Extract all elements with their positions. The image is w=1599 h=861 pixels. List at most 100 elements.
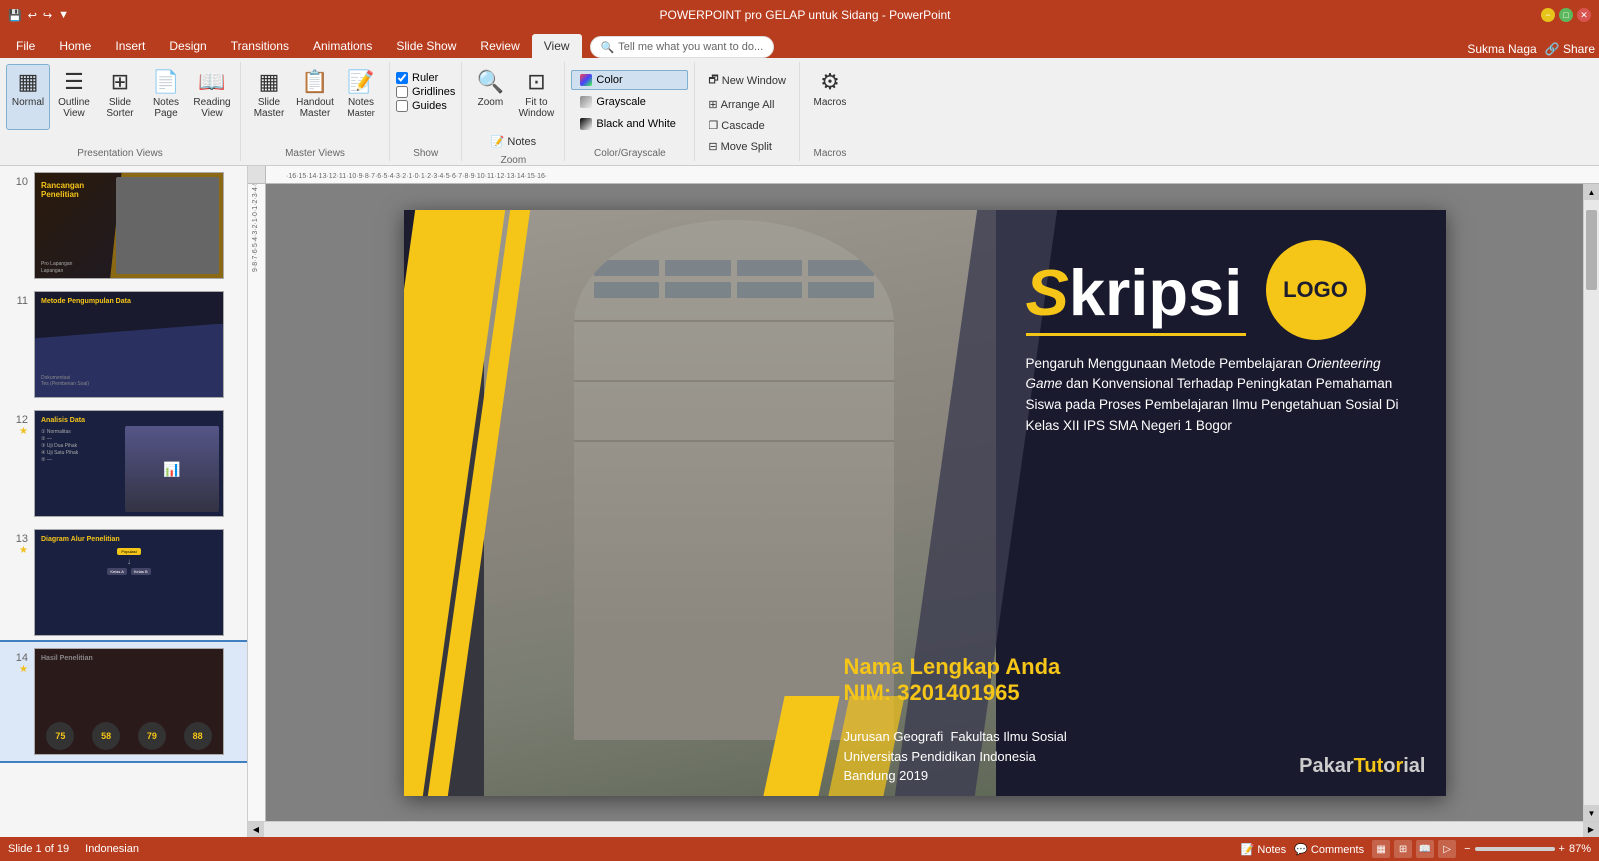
slide-master-icon: ▦: [259, 69, 280, 95]
zoom-group: 🔍 Zoom ⊡ Fit toWindow 📝 Notes Zoom: [462, 62, 565, 161]
h-scroll-track: [264, 822, 1583, 837]
undo-icon[interactable]: ↩: [28, 9, 37, 22]
arrange-all-button[interactable]: ⊞ Arrange All: [701, 95, 793, 114]
gridlines-label: Gridlines: [412, 86, 455, 98]
zoom-level: 87%: [1569, 843, 1591, 855]
share-button[interactable]: 🔗 Share: [1545, 42, 1595, 56]
grayscale-button[interactable]: Grayscale: [571, 92, 688, 112]
tab-animations[interactable]: Animations: [301, 34, 384, 58]
tab-review[interactable]: Review: [468, 34, 531, 58]
guides-input[interactable]: [396, 100, 408, 112]
gridlines-checkbox[interactable]: Gridlines: [396, 86, 455, 98]
sorter-view-status-button[interactable]: ⊞: [1394, 840, 1412, 858]
handout-master-icon: 📋: [301, 69, 328, 95]
scroll-left-button[interactable]: ◀: [248, 822, 264, 838]
tell-me-box[interactable]: 🔍 Tell me what you want to do...: [590, 36, 775, 58]
tab-file[interactable]: File: [4, 34, 47, 58]
thumb10-title: RancanganPenelitian: [41, 181, 84, 199]
fit-window-icon: ⊡: [527, 69, 545, 95]
slide-sorter-button[interactable]: ⊞ Slide Sorter: [98, 64, 142, 130]
color-button[interactable]: Color: [571, 70, 688, 90]
gridlines-input[interactable]: [396, 86, 408, 98]
tab-home[interactable]: Home: [47, 34, 103, 58]
slide-thumb-10[interactable]: 10 RancanganPenelitian Pro LapanganLapan…: [0, 166, 247, 285]
macros-button[interactable]: ⚙ Macros: [808, 64, 852, 130]
ruler-input[interactable]: [396, 72, 408, 84]
slide-num-13: 13 ★: [8, 533, 28, 556]
tab-slideshow[interactable]: Slide Show: [384, 34, 468, 58]
reading-view-button[interactable]: 📖 Reading View: [190, 64, 234, 130]
normal-view-button[interactable]: ▦ Normal: [6, 64, 50, 130]
slide-master-label: Slide Master: [250, 97, 288, 119]
notes-master-button[interactable]: 📝 Notes Master: [339, 64, 383, 130]
scroll-up-button[interactable]: ▲: [1584, 184, 1599, 200]
color-grayscale-group: Color Grayscale Black and White Color/Gr…: [565, 62, 695, 161]
normal-view-status-button[interactable]: ▦: [1372, 840, 1390, 858]
slide-master-button[interactable]: ▦ Slide Master: [247, 64, 291, 130]
slide-thumb-13[interactable]: 13 ★ Diagram Alur Penelitian Populasi ↓ …: [0, 523, 247, 642]
notes-status-button[interactable]: 📝 Notes: [1241, 843, 1287, 856]
scroll-right-button[interactable]: ▶: [1583, 822, 1599, 838]
status-right: 📝 Notes 💬 Comments ▦ ⊞ 📖 ▷ − + 87%: [1241, 840, 1591, 858]
thumb13-content: Diagram Alur Penelitian Populasi ↓ Kelas…: [35, 530, 223, 635]
zoom-in-button[interactable]: +: [1559, 843, 1565, 855]
guides-checkbox[interactable]: Guides: [396, 100, 455, 112]
save-icon[interactable]: 💾: [8, 9, 22, 22]
cascade-button[interactable]: ❐ Cascade: [701, 116, 793, 135]
grayscale-dot: [580, 96, 592, 108]
redo-icon[interactable]: ↪: [43, 9, 52, 22]
notes-page-button[interactable]: 📄 Notes Page: [144, 64, 188, 130]
scroll-down-button[interactable]: ▼: [1584, 805, 1599, 821]
comments-status-button[interactable]: 💬 Comments: [1294, 843, 1364, 856]
move-split-button[interactable]: ⊟ Move Split: [701, 137, 793, 156]
s-letter: S: [1026, 256, 1069, 329]
scroll-thumb[interactable]: [1586, 210, 1597, 290]
handout-master-button[interactable]: 📋 Handout Master: [293, 64, 337, 130]
status-left: Slide 1 of 19 Indonesian: [8, 843, 139, 855]
fit-to-window-button[interactable]: ⊡ Fit toWindow: [514, 64, 558, 130]
black-white-button[interactable]: Black and White: [571, 114, 688, 134]
notes-status-icon: 📝: [1241, 844, 1255, 856]
tab-design[interactable]: Design: [157, 34, 218, 58]
notes-page-label: Notes Page: [147, 97, 185, 119]
ruler-checkbox[interactable]: Ruler: [396, 72, 455, 84]
slide-thumb-12[interactable]: 12 ★ Analisis Data 📊 ① Normalitas② —③ Uj…: [0, 404, 247, 523]
slide-thumb-11[interactable]: 11 Metode Pengumpulan Data DokumentasiTe…: [0, 285, 247, 404]
zoom-slider[interactable]: [1475, 847, 1555, 851]
reading-view-status-button[interactable]: 📖: [1416, 840, 1434, 858]
maximize-button[interactable]: □: [1559, 8, 1573, 22]
thumb12-img: 📊: [125, 426, 219, 512]
presentation-views-group: ▦ Normal ☰ Outline View ⊞ Slide Sorter 📄…: [0, 62, 241, 161]
zoom-button[interactable]: 🔍 Zoom: [468, 64, 512, 130]
window-title: POWERPOINT pro GELAP untuk Sidang - Powe…: [69, 8, 1541, 22]
presentation-views-buttons: ▦ Normal ☰ Outline View ⊞ Slide Sorter 📄…: [6, 64, 234, 146]
slide-workspace: 9·8·7·6·5·4·3·2·1·0·1·2·3·4·5·6·7·8·9: [248, 184, 1599, 821]
new-window-button[interactable]: 🗗 New Window: [701, 68, 793, 93]
main-content: 10 RancanganPenelitian Pro LapanganLapan…: [0, 166, 1599, 837]
outline-view-label: Outline View: [55, 97, 93, 119]
ribbon-tabs: File Home Insert Design Transitions Anim…: [0, 30, 1599, 58]
close-button[interactable]: ✕: [1577, 8, 1591, 22]
slide-thumb-14[interactable]: 14 ★ Hasil Penelitian 75 58 79 88: [0, 642, 247, 761]
normal-view-icon: ▦: [18, 69, 39, 95]
move-split-icon: ⊟: [708, 140, 717, 153]
outline-view-button[interactable]: ☰ Outline View: [52, 64, 96, 130]
tab-transitions[interactable]: Transitions: [219, 34, 301, 58]
scroll-track: [1584, 200, 1599, 805]
slideshow-view-status-button[interactable]: ▷: [1438, 840, 1456, 858]
notes-button[interactable]: 📝 Notes: [484, 132, 543, 151]
arrange-all-icon: ⊞: [708, 98, 717, 111]
fit-to-window-label: Fit toWindow: [519, 97, 555, 119]
slide-description: Pengaruh Menggunaan Metode Pembelajaran …: [1026, 354, 1416, 438]
master-views-label: Master Views: [285, 146, 345, 159]
zoom-out-button[interactable]: −: [1464, 843, 1470, 855]
minimize-button[interactable]: −: [1541, 8, 1555, 22]
tab-insert[interactable]: Insert: [103, 34, 157, 58]
color-options: Color Grayscale Black and White: [571, 64, 688, 134]
tab-view[interactable]: View: [532, 34, 582, 58]
slide-sorter-icon: ⊞: [111, 69, 129, 95]
customize-icon[interactable]: ▼: [58, 9, 69, 21]
thumb13-title: Diagram Alur Penelitian: [41, 536, 120, 543]
macros-group: ⚙ Macros Macros: [800, 62, 860, 161]
institution-text: Jurusan Geografi Fakultas Ilmu Sosial Un…: [844, 727, 1067, 786]
